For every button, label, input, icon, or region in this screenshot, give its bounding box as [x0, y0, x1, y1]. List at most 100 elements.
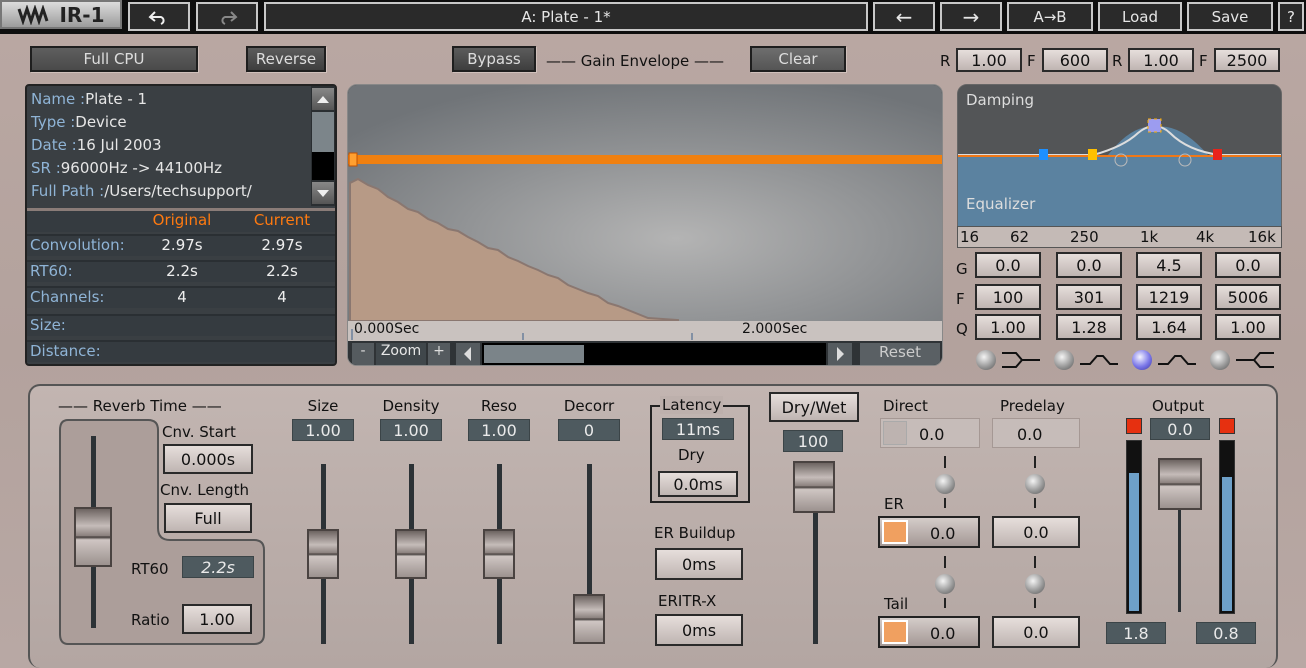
eq-band-2-q-field[interactable]: 1.28: [1056, 314, 1122, 340]
eq-band-2-handle[interactable]: [1088, 149, 1097, 160]
save-button[interactable]: Save: [1187, 2, 1273, 31]
eq-band-4-handle[interactable]: [1213, 149, 1222, 160]
output-label: Output: [1152, 397, 1205, 415]
scroll-down-button[interactable]: [312, 182, 334, 204]
er-gain-field[interactable]: 0.0: [878, 516, 980, 548]
help-button[interactable]: ?: [1278, 2, 1304, 31]
er-buildup-field[interactable]: 0ms: [655, 548, 743, 580]
eq-graph[interactable]: Damping Equalizer: [957, 84, 1282, 248]
cnv-start-field[interactable]: 0.000s: [163, 444, 253, 474]
tail-predelay-link[interactable]: [1025, 574, 1045, 594]
dry-wet-button[interactable]: Dry/Wet: [769, 392, 859, 422]
damping-f2-field[interactable]: 2500: [1214, 48, 1280, 72]
next-preset-button[interactable]: →: [940, 2, 1002, 31]
density-value: 1.00: [380, 419, 442, 441]
tail-enable-toggle[interactable]: [882, 620, 908, 644]
eritr-x-field[interactable]: 0ms: [655, 614, 743, 646]
rt60-label: RT60: [131, 560, 169, 578]
damping-r2-field[interactable]: 1.00: [1128, 48, 1194, 72]
zoom-in-button[interactable]: +: [428, 343, 450, 365]
scroll-thumb[interactable]: [312, 112, 334, 152]
dry-wet-fader[interactable]: [793, 461, 835, 513]
full-cpu-button[interactable]: Full CPU: [30, 46, 198, 72]
eq-band-2-freq-field[interactable]: 301: [1056, 284, 1122, 310]
a-to-b-button[interactable]: A→B: [1007, 2, 1093, 31]
scroll-right-button[interactable]: [828, 343, 852, 365]
eritr-x-label: ERITR-X: [658, 592, 717, 610]
density-fader[interactable]: [395, 529, 427, 579]
freq-tick: 62: [1010, 228, 1030, 246]
direct-predelay-field[interactable]: 0.0: [992, 418, 1080, 448]
eq-band-1-handle[interactable]: [1039, 149, 1048, 160]
eq-band-4-gain-field[interactable]: 0.0: [1215, 252, 1281, 278]
band-2-enable[interactable]: [1054, 350, 1074, 370]
time-scrollbar[interactable]: [482, 343, 826, 365]
decorr-fader[interactable]: [573, 594, 605, 644]
waves-logo-icon: [18, 4, 49, 25]
size-fader[interactable]: [307, 529, 339, 579]
ir-waveform-display[interactable]: 0.000Sec 2.000Sec - Zoom + Reset: [347, 84, 943, 366]
clip-indicator-left[interactable]: [1126, 418, 1142, 434]
tail-er-link[interactable]: [935, 574, 955, 594]
direct-mute-toggle[interactable]: [883, 421, 907, 445]
preset-name-display[interactable]: A: Plate - 1*: [264, 2, 868, 31]
eq-band-1-gain-field[interactable]: 0.0: [975, 252, 1041, 278]
info-date: Date :16 Jul 2003: [31, 136, 162, 154]
low-shelf-icon: [1002, 352, 1040, 368]
eq-band-2-gain-field[interactable]: 0.0: [1056, 252, 1122, 278]
scroll-left-button[interactable]: [456, 343, 480, 365]
damping-f1-field[interactable]: 600: [1042, 48, 1108, 72]
link-line: [1034, 598, 1036, 608]
er-enable-toggle[interactable]: [882, 520, 908, 544]
tail-gain-field[interactable]: 0.0: [878, 616, 980, 648]
bypass-button[interactable]: Bypass: [452, 46, 536, 72]
reverse-button[interactable]: Reverse: [246, 46, 326, 72]
reverb-time-fader[interactable]: [74, 507, 112, 567]
band-4-enable[interactable]: [1210, 350, 1230, 370]
er-buildup-label: ER Buildup: [654, 524, 736, 542]
undo-button[interactable]: [128, 2, 190, 31]
direct-label: Direct: [883, 397, 928, 415]
load-button[interactable]: Load: [1098, 2, 1182, 31]
damping-r1-field[interactable]: 1.00: [956, 48, 1022, 72]
gain-envelope-line[interactable]: [348, 155, 943, 164]
ir-waveform-svg: [348, 85, 943, 365]
redo-button[interactable]: [196, 2, 258, 31]
gain-envelope-label: —— Gain Envelope ——: [546, 52, 724, 70]
eq-band-1-freq-field[interactable]: 100: [975, 284, 1041, 310]
reset-button[interactable]: Reset: [860, 343, 940, 365]
gain-envelope-handle[interactable]: [348, 152, 358, 167]
zoom-out-button[interactable]: -: [352, 343, 374, 365]
scroll-up-button[interactable]: [312, 88, 334, 110]
clip-indicator-right[interactable]: [1219, 418, 1235, 434]
eq-band-3-q-field[interactable]: 1.64: [1136, 314, 1202, 340]
eq-band-3-gain-field[interactable]: 4.5: [1136, 252, 1202, 278]
dry-latency-field[interactable]: 0.0ms: [658, 471, 738, 497]
cnv-length-field[interactable]: Full: [164, 503, 252, 533]
prev-preset-button[interactable]: ←: [873, 2, 935, 31]
eq-band-3-handle[interactable]: [1147, 118, 1162, 133]
damping-label: Damping: [966, 91, 1035, 109]
scroll-track[interactable]: [312, 152, 334, 180]
tail-predelay-field[interactable]: 0.0: [992, 616, 1080, 648]
band-1-enable[interactable]: [976, 350, 996, 370]
band-3-enable[interactable]: [1132, 350, 1152, 370]
ratio-field[interactable]: 1.00: [182, 604, 252, 634]
latency-label: Latency: [660, 396, 724, 414]
link-line: [1034, 498, 1036, 508]
er-predelay-link[interactable]: [1025, 474, 1045, 494]
er-predelay-field[interactable]: 0.0: [992, 516, 1080, 548]
eq-band-4-q-field[interactable]: 1.00: [1215, 314, 1281, 340]
eq-band-1-q-field[interactable]: 1.00: [975, 314, 1041, 340]
eq-band-3-freq-field[interactable]: 1219: [1136, 284, 1202, 310]
eq-band-4-freq-field[interactable]: 5006: [1215, 284, 1281, 310]
er-direct-link[interactable]: [935, 474, 955, 494]
output-fader[interactable]: [1158, 458, 1202, 510]
info-name: Name :Plate - 1: [31, 90, 148, 108]
reso-fader[interactable]: [483, 529, 515, 579]
clear-button[interactable]: Clear: [750, 46, 846, 72]
time-scroll-thumb[interactable]: [484, 345, 584, 363]
info-scrollbar[interactable]: [311, 86, 335, 206]
direct-gain-field[interactable]: 0.0: [880, 418, 980, 448]
time-ruler: [348, 321, 942, 341]
